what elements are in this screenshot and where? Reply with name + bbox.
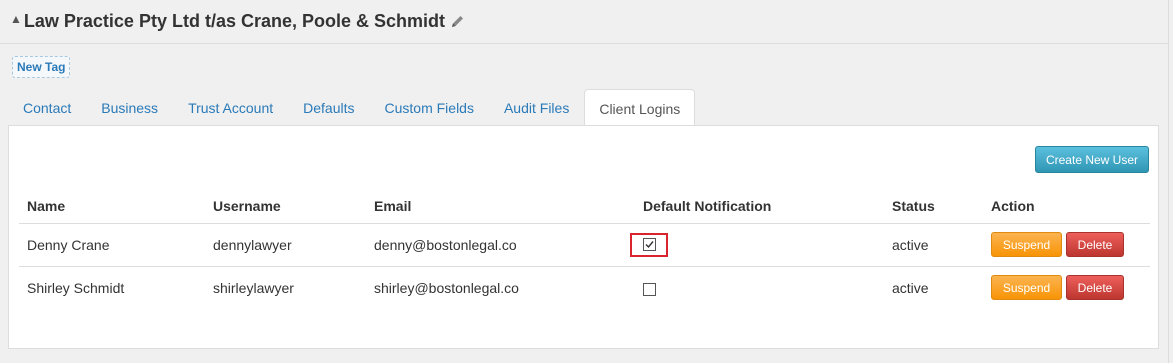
tab-contact[interactable]: Contact (8, 88, 86, 126)
column-header-status: Status (884, 189, 983, 224)
table-row: Denny Crane dennylawyer denny@bostonlega… (19, 223, 1150, 267)
page-title: Law Practice Pty Ltd t/as Crane, Poole &… (23, 11, 446, 31)
page-header: ▲ Law Practice Pty Ltd t/as Crane, Poole… (0, 0, 1168, 44)
tab-client-logins[interactable]: Client Logins (584, 89, 696, 127)
cell-default-notification (635, 266, 884, 309)
table-header-row: Name Username Email Default Notification… (19, 189, 1150, 224)
table-row: Shirley Schmidt shirleylawyer shirley@bo… (19, 266, 1150, 309)
tab-bar: Contact Business Trust Account Defaults … (8, 88, 1168, 127)
delete-button[interactable]: Delete (1066, 232, 1124, 257)
page: ▲ Law Practice Pty Ltd t/as Crane, Poole… (0, 0, 1169, 363)
delete-button[interactable]: Delete (1066, 275, 1124, 301)
tab-trust-account[interactable]: Trust Account (173, 88, 288, 126)
column-header-name: Name (19, 189, 205, 224)
tab-audit-files[interactable]: Audit Files (489, 88, 584, 126)
cell-username: dennylawyer (205, 223, 366, 267)
suspend-button[interactable]: Suspend (991, 232, 1062, 257)
column-header-email: Email (366, 189, 635, 224)
suspend-button[interactable]: Suspend (991, 275, 1062, 301)
tab-custom-fields[interactable]: Custom Fields (370, 88, 489, 126)
cell-action: Suspend Delete (983, 266, 1150, 309)
tag-row: New Tag (0, 44, 1168, 84)
pencil-icon[interactable] (451, 15, 464, 28)
client-logins-panel: Create New User Name Username Email Defa… (8, 125, 1159, 349)
tab-defaults[interactable]: Defaults (288, 88, 369, 126)
cell-status: active (892, 279, 929, 296)
column-header-action: Action (983, 189, 1150, 224)
cell-status: active (884, 223, 983, 267)
caret-up-icon[interactable]: ▲ (10, 13, 22, 25)
default-notification-checkbox[interactable] (643, 282, 656, 296)
cell-default-notification (630, 223, 884, 267)
checkmark-icon (645, 241, 654, 249)
cell-username: shirleylawyer (213, 279, 294, 296)
column-header-default-notification: Default Notification (635, 189, 884, 224)
highlight-box (630, 232, 668, 257)
column-header-username: Username (205, 189, 366, 224)
cell-action: Suspend Delete (983, 223, 1150, 267)
default-notification-checkbox[interactable] (642, 238, 656, 251)
cell-name: Denny Crane (19, 223, 205, 267)
cell-name: Shirley Schmidt (27, 279, 125, 296)
create-new-user-button[interactable]: Create New User (1034, 146, 1149, 173)
new-tag-button[interactable]: New Tag (12, 56, 71, 78)
tab-business[interactable]: Business (86, 88, 173, 126)
cell-email: shirley@bostonlegal.co (374, 279, 519, 296)
client-logins-table: Name Username Email Default Notification… (19, 189, 1150, 309)
cell-email: denny@bostonlegal.co (366, 223, 635, 267)
